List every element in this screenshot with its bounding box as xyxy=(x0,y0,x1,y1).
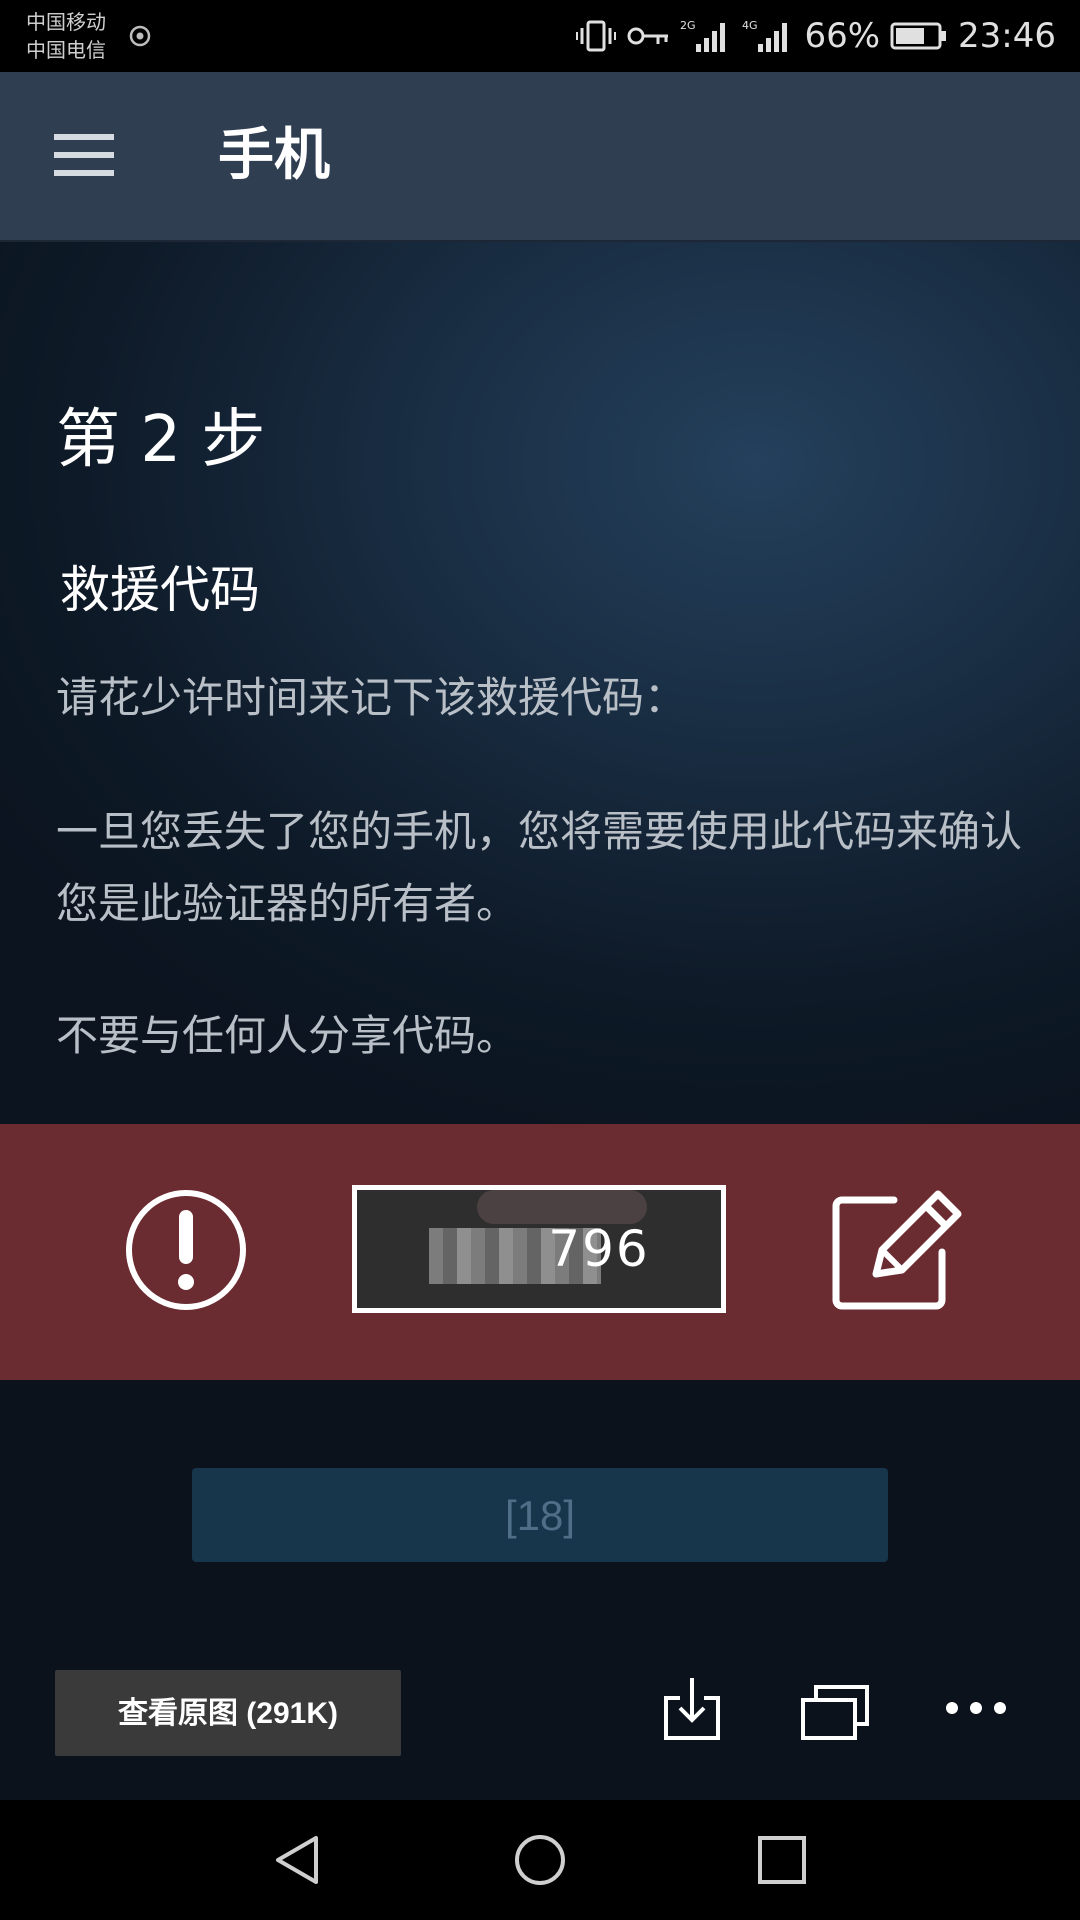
data-saver-icon xyxy=(129,25,151,47)
back-icon[interactable] xyxy=(270,1832,326,1888)
multiwindow-icon[interactable] xyxy=(800,1684,870,1740)
edit-icon[interactable] xyxy=(830,1182,964,1316)
carrier-1: 中国移动 xyxy=(26,10,106,34)
section-title: 救援代码 xyxy=(60,561,260,619)
rescue-code-box: 796 xyxy=(352,1185,726,1313)
view-original-button[interactable]: 查看原图 (291K) xyxy=(55,1670,401,1756)
code-smudge xyxy=(477,1190,647,1224)
next-button[interactable]: [18] xyxy=(192,1468,888,1562)
rescue-code: 796 xyxy=(548,1220,650,1278)
battery-icon xyxy=(890,22,947,50)
status-right: 2G 4G 66% 23:46 xyxy=(576,12,1056,60)
viewer-toolbar: 查看原图 (291K) xyxy=(0,1650,1080,1800)
system-nav-bar xyxy=(0,1800,1080,1920)
more-icon[interactable] xyxy=(944,1700,1008,1716)
explanation-text: 一旦您丢失了您的手机，您将需要使用此代码来确认您是此验证器的所有者。 xyxy=(56,807,1023,928)
signal-4g-icon: 4G xyxy=(742,19,788,52)
carrier-2: 中国电信 xyxy=(26,38,106,62)
screen: 中国移动 中国电信 2G 4G 66% 23:46 手机 第 2 步 救援代码 … xyxy=(0,0,1080,1920)
home-icon[interactable] xyxy=(512,1832,568,1888)
instruction-text: 请花少许时间来记下该救援代码： xyxy=(56,673,687,722)
content-area: 第 2 步 救援代码 请花少许时间来记下该救援代码： 一旦您丢失了您的手机，您将… xyxy=(0,242,1080,1124)
signal-4g-label: 4G xyxy=(742,19,758,32)
carrier-names: 中国移动 中国电信 xyxy=(26,8,106,64)
page-title: 手机 xyxy=(218,123,330,188)
key-icon xyxy=(627,27,669,45)
signal-2g-label: 2G xyxy=(680,19,696,32)
warning-icon xyxy=(126,1190,246,1310)
rescue-code-band: 796 xyxy=(0,1124,1080,1380)
signal-2g-icon: 2G xyxy=(680,19,726,52)
vibrate-icon xyxy=(576,20,617,52)
status-time: 23:46 xyxy=(958,16,1056,56)
recent-apps-icon[interactable] xyxy=(756,1834,808,1886)
battery-percent: 66% xyxy=(804,16,881,56)
step-title: 第 2 步 xyxy=(56,403,266,477)
status-bar: 中国移动 中国电信 2G 4G 66% 23:46 xyxy=(0,0,1080,72)
app-header: 手机 xyxy=(0,72,1080,242)
menu-icon[interactable] xyxy=(54,132,114,178)
download-icon[interactable] xyxy=(662,1676,722,1742)
warning-text: 不要与任何人分享代码。 xyxy=(56,1011,519,1060)
